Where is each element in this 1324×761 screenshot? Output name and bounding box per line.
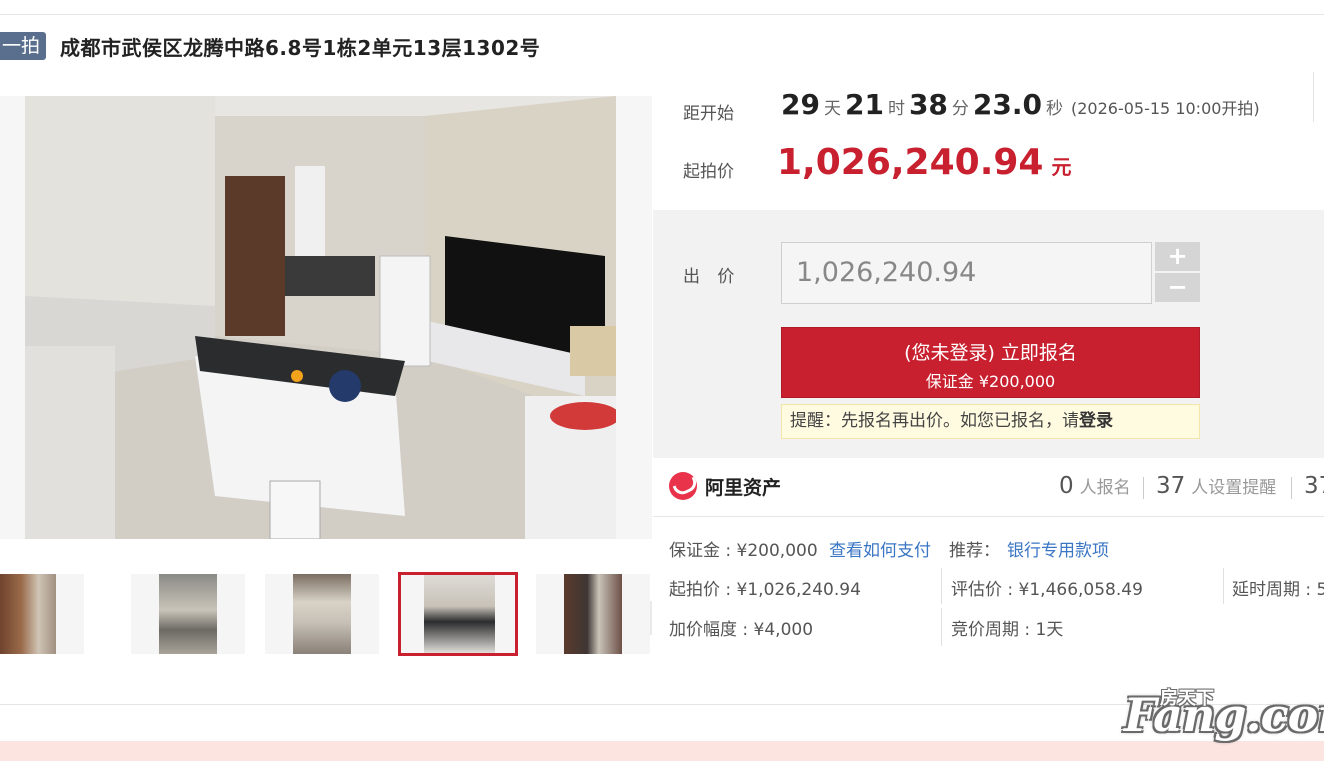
- main-photo-living-room[interactable]: [25, 96, 616, 539]
- bank-account-link[interactable]: 银行专用款项: [1007, 536, 1109, 561]
- delay-period-detail: 延时周期 : 5: [1232, 580, 1324, 600]
- days-unit: 天: [823, 99, 841, 119]
- auction-page: 一拍 成都市武侯区龙腾中路6.8号1栋2单元13层1302号 距开始 29 天 …: [0, 0, 1324, 761]
- bid-amount-input[interactable]: 1,026,240.94: [781, 242, 1152, 304]
- countdown-hours: 21: [844, 88, 884, 121]
- top-divider: [0, 14, 1324, 15]
- thumbnail-4-active[interactable]: [398, 572, 518, 656]
- countdown-minutes: 38: [908, 88, 948, 121]
- signup-count-number: 0: [1059, 473, 1074, 499]
- thumbnail-strip: [0, 572, 652, 656]
- signup-button-label: (您未登录) 立即报名: [904, 342, 1077, 364]
- start-price-unit: 元: [1051, 155, 1072, 179]
- signup-deposit-note: 保证金 ¥200,000: [925, 372, 1056, 391]
- living-room-illustration: [25, 96, 616, 539]
- start-price: 1,026,240.94 元: [777, 142, 1071, 183]
- thumbnail-image: [293, 574, 351, 654]
- ali-assets-logo[interactable]: 阿里资产: [669, 472, 781, 500]
- reminder-box: 提醒：先报名再出价。如您已报名，请登录: [781, 404, 1200, 439]
- auction-period-detail: 竞价周期 : 1天: [951, 620, 1064, 640]
- thumbnail-image: [159, 574, 217, 654]
- detail-divider: [941, 608, 942, 646]
- deposit-detail: 保证金 : ¥200,000: [669, 541, 818, 561]
- decrease-bid-button[interactable]: −: [1155, 273, 1200, 302]
- countdown-days: 29: [781, 88, 820, 121]
- minutes-unit: 分: [951, 99, 969, 119]
- detail-divider: [1223, 568, 1224, 604]
- countdown-seconds: 23.0: [972, 88, 1042, 121]
- ali-assets-brand: 阿里资产: [705, 476, 782, 499]
- auction-round-tag: 一拍: [0, 32, 47, 60]
- start-price-value: 1,026,240.94: [777, 142, 1044, 183]
- reminder-count-number: 37: [1156, 473, 1186, 499]
- countdown-timer: 29 天 21 时 38 分 23.0 秒 (2026-05-15 10:00开…: [781, 88, 1260, 121]
- thumbnail-2[interactable]: [131, 574, 245, 654]
- bid-panel: 出 价 1,026,240.94 + − (您未登录) 立即报名 保证金 ¥20…: [653, 210, 1324, 458]
- countdown-label: 距开始: [683, 104, 734, 124]
- thumbnail-image: [564, 574, 622, 654]
- ali-assets-icon: [669, 472, 697, 500]
- login-link[interactable]: 登录: [1079, 411, 1113, 431]
- thumbnail-3[interactable]: [265, 574, 379, 654]
- signup-now-button[interactable]: (您未登录) 立即报名 保证金 ¥200,000: [781, 327, 1200, 398]
- detail-divider: [941, 568, 942, 604]
- view-count: 37: [1304, 473, 1324, 499]
- thumbnail-image: [424, 575, 495, 653]
- watermark-chinese-text: 房天下: [1160, 688, 1214, 709]
- appraisal-detail: 评估价 : ¥1,466,058.49: [951, 580, 1143, 600]
- recommend-label: 推荐：: [949, 541, 1000, 561]
- divider: [1313, 72, 1314, 122]
- stats-row: 阿里资产 0 人报名 37 人设置提醒 37: [653, 459, 1324, 517]
- property-title: 成都市武侯区龙腾中路6.8号1栋2单元13层1302号: [60, 35, 541, 60]
- increment-detail: 加价幅度 : ¥4,000: [669, 620, 814, 640]
- bid-label: 出 价: [683, 267, 741, 287]
- auction-details: 保证金 : ¥200,000 查看如何支付 推荐： 银行专用款项 起拍价 : ¥…: [653, 518, 1324, 658]
- reminder-text: 提醒：先报名再出价。如您已报名，请: [790, 411, 1079, 431]
- stat-divider: [1291, 477, 1292, 499]
- seconds-unit: 秒: [1046, 99, 1063, 119]
- start-datetime-note: (2026-05-15 10:00开拍): [1071, 99, 1260, 118]
- watermark-logo-text: Fang.com: [1124, 688, 1324, 742]
- auction-info-panel: 距开始 29 天 21 时 38 分 23.0 秒 (2026-05-15 10…: [653, 72, 1324, 210]
- hours-unit: 时: [887, 99, 905, 119]
- thumbnail-image: [0, 574, 56, 654]
- stat-divider: [1143, 477, 1144, 499]
- main-image-area: [0, 96, 652, 635]
- signup-count: 0 人报名: [1059, 473, 1131, 499]
- reminder-count-unit: 人设置提醒: [1191, 478, 1277, 498]
- view-count-number: 37: [1304, 473, 1324, 499]
- reminder-count: 37 人设置提醒: [1156, 473, 1276, 499]
- start-price-label: 起拍价: [683, 162, 734, 182]
- increase-bid-button[interactable]: +: [1155, 242, 1200, 271]
- start-price-detail: 起拍价 : ¥1,026,240.94: [669, 580, 861, 600]
- thumbnail-5[interactable]: [536, 574, 650, 654]
- thumbnail-1[interactable]: [0, 574, 84, 654]
- signup-count-unit: 人报名: [1079, 478, 1131, 498]
- fang-watermark: Fang.com 房天下: [1124, 686, 1324, 748]
- how-to-pay-link[interactable]: 查看如何支付: [829, 536, 931, 561]
- title-row: 一拍 成都市武侯区龙腾中路6.8号1栋2单元13层1302号: [0, 30, 540, 62]
